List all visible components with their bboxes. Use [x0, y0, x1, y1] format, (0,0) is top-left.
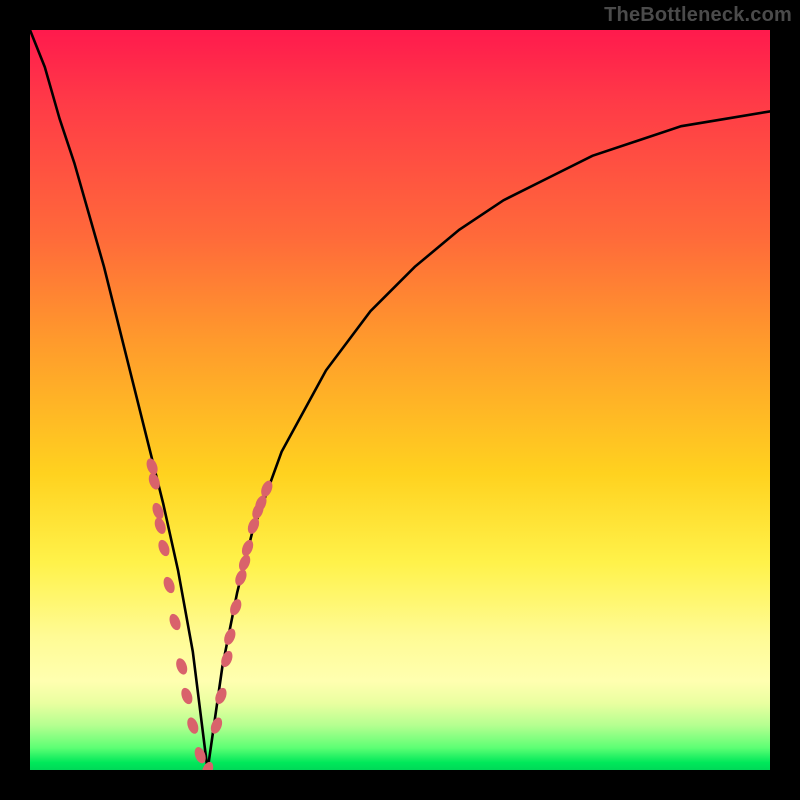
- chart-frame: TheBottleneck.com: [0, 0, 800, 800]
- plot-area: [30, 30, 770, 770]
- data-marker: [174, 657, 189, 676]
- data-marker: [209, 716, 225, 736]
- data-marker: [237, 553, 253, 573]
- data-marker: [156, 538, 171, 557]
- bottleneck-curve: [30, 30, 770, 770]
- watermark-label: TheBottleneck.com: [604, 4, 792, 27]
- data-marker: [228, 597, 244, 617]
- data-marker: [233, 568, 249, 588]
- data-marker: [240, 538, 256, 558]
- data-marker: [167, 612, 182, 631]
- data-marker: [259, 479, 275, 499]
- data-marker: [162, 575, 177, 594]
- data-marker: [213, 686, 229, 706]
- data-marker: [246, 516, 262, 536]
- chart-svg: [30, 30, 770, 770]
- data-marker: [179, 686, 194, 705]
- data-marker: [222, 627, 238, 647]
- data-marker: [185, 716, 200, 735]
